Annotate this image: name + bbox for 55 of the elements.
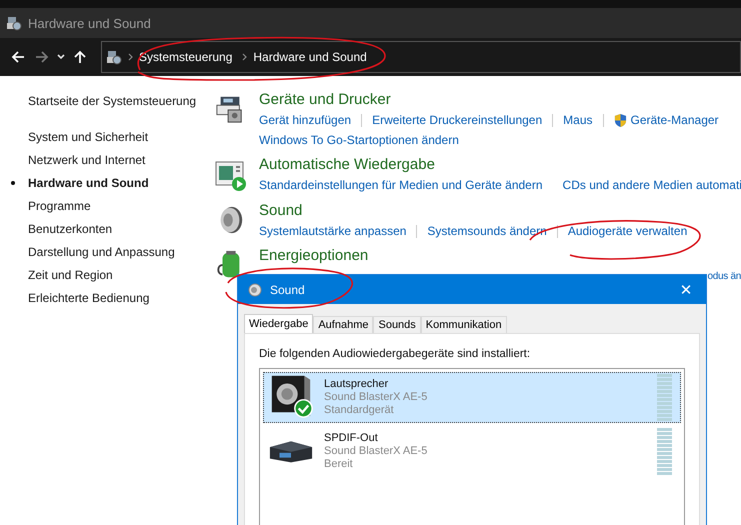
control-panel-icon: [6, 15, 22, 31]
back-arrow-icon[interactable]: [11, 50, 25, 64]
link[interactable]: Maus: [563, 113, 592, 127]
link[interactable]: Geräte-Manager: [630, 113, 719, 127]
dialog-title: Sound: [270, 282, 306, 296]
device-row[interactable]: Lautsprecher Sound BlasterX AE-5 Standardgerät: [263, 372, 681, 423]
link[interactable]: CDs und andere Medien automati: [562, 178, 741, 192]
level-meter-icon: [657, 428, 672, 476]
sidebar-item[interactable]: Netzwerk und Internet: [28, 152, 146, 166]
device-row[interactable]: SPDIF-Out Sound BlasterX AE-5 Bereit: [263, 426, 681, 477]
up-arrow-icon[interactable]: [73, 50, 87, 64]
category-heading[interactable]: Automatische Wiedergabe: [259, 155, 435, 175]
link[interactable]: Systemlautstärke anpassen: [259, 224, 406, 238]
link[interactable]: Gerät hinzufügen: [259, 113, 352, 127]
sidebar-item[interactable]: System und Sicherheit: [28, 130, 148, 144]
sidebar-item[interactable]: Darstellung und Anpassung: [28, 244, 175, 258]
device-driver: Sound BlasterX AE-5: [324, 445, 428, 458]
device-status: Bereit: [324, 458, 354, 471]
device-status: Standardgerät: [324, 404, 395, 417]
device-name: Lautsprecher: [324, 378, 390, 391]
tab[interactable]: Sounds: [373, 316, 421, 333]
sidebar-item[interactable]: Zeit und Region: [28, 268, 113, 282]
tab[interactable]: Kommunikation: [420, 316, 507, 333]
address-bar[interactable]: Systemsteuerung Hardware und Sound: [101, 41, 741, 73]
chevron-down-icon[interactable]: [57, 54, 65, 60]
intro-text: Die folgenden Audiowiedergabegeräte sind installiert:: [259, 348, 532, 360]
category-heading[interactable]: Sound: [259, 201, 302, 221]
sidebar-item[interactable]: Erleichterte Bedienung: [28, 290, 150, 304]
sidebar-item[interactable]: Programme: [28, 198, 91, 212]
breadcrumb[interactable]: Hardware und Sound: [253, 50, 367, 64]
close-button[interactable]: ✕: [666, 275, 706, 304]
link[interactable]: Audiogeräte verwalten: [568, 224, 688, 238]
sidebar-link[interactable]: Startseite der Systemsteuerung: [28, 94, 196, 108]
tab[interactable]: Wiedergabe: [244, 314, 314, 333]
tab[interactable]: Aufnahme: [313, 316, 374, 333]
speaker-icon: [248, 282, 262, 296]
link[interactable]: Erweiterte Druckereinstellungen: [372, 113, 542, 127]
chevron-right-icon: [242, 53, 248, 61]
category-heading[interactable]: Geräte und Drucker: [259, 90, 391, 110]
window-title: Hardware und Sound: [28, 16, 151, 30]
device-name: SPDIF-Out: [324, 432, 379, 445]
sidebar-item[interactable]: Benutzerkonten: [28, 222, 112, 236]
category-heading[interactable]: Energieoptionen: [259, 246, 368, 266]
sidebar-item[interactable]: Hardware und Sound: [28, 176, 149, 190]
chevron-right-icon: [128, 53, 133, 61]
breadcrumb[interactable]: Systemsteuerung: [139, 50, 232, 64]
level-meter-icon: [657, 374, 672, 422]
link[interactable]: Windows To Go-Startoptionen ändern: [259, 133, 459, 147]
link[interactable]: Standardeinstellungen für Medien und Geräte ändern: [259, 178, 543, 192]
autoplay-icon: [215, 159, 247, 191]
control-panel-icon: [106, 49, 122, 65]
link[interactable]: odus än: [708, 270, 741, 282]
link[interactable]: Systemsounds ändern: [427, 224, 547, 238]
device-driver: Sound BlasterX AE-5: [324, 391, 428, 404]
forward-arrow-icon[interactable]: [35, 50, 49, 64]
